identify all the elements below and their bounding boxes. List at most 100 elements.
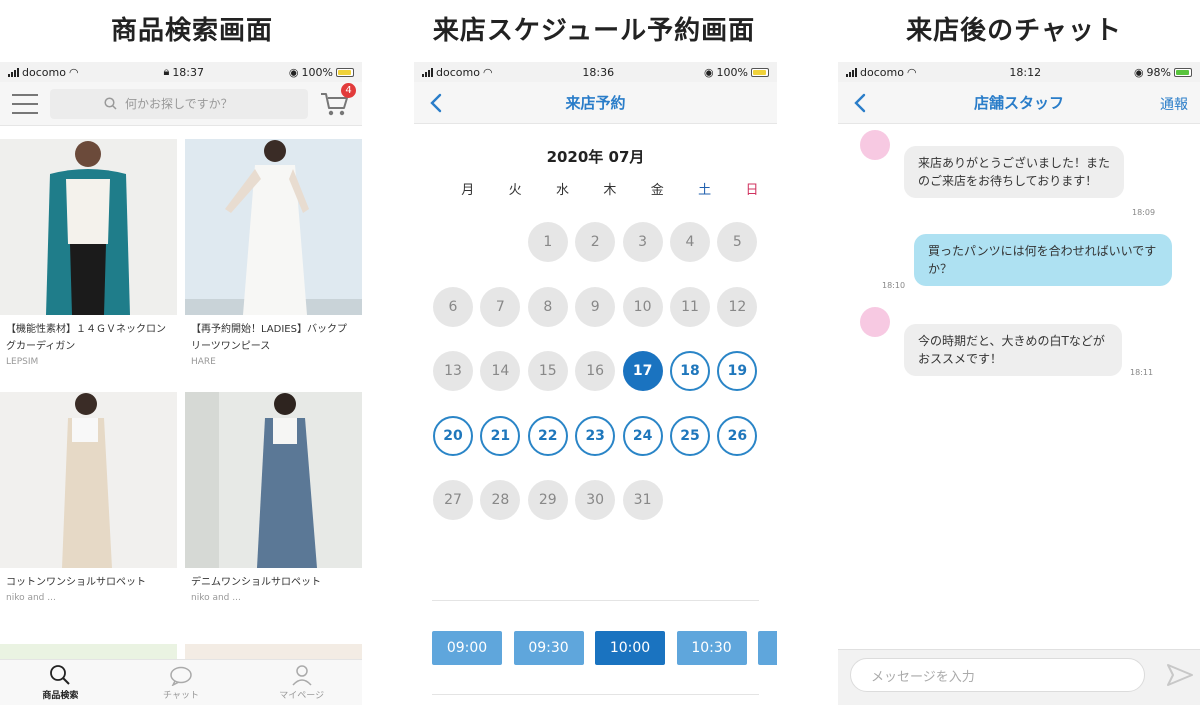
calendar-day: 9	[575, 286, 616, 327]
report-button[interactable]: 通報	[1160, 94, 1188, 114]
calendar-day[interactable]: 18	[670, 351, 710, 391]
user-message: 買ったパンツには何を合わせればいいですか？	[914, 234, 1172, 286]
carrier-label: docomo	[22, 65, 66, 79]
divider	[432, 600, 759, 601]
calendar-day: 30	[575, 480, 616, 520]
product-title: 【再予約開始！LADIES】バックプリーツワンピース	[191, 324, 347, 352]
product-card[interactable]: 【再予約開始！LADIES】バックプリーツワンピース HARE	[185, 139, 362, 369]
divider	[432, 694, 759, 695]
time-slot-list: 09:00 09:30 10:00 10:30	[432, 629, 777, 667]
weekday-label: 木	[603, 183, 617, 198]
menu-icon[interactable]	[12, 93, 38, 114]
calendar-day: 31	[622, 480, 663, 520]
calendar-day[interactable]: 26	[717, 415, 758, 456]
search-icon	[104, 97, 117, 110]
product-card[interactable]: 【機能性素材】１４ＧＶネックロングカーディガン LEPSIM	[0, 139, 177, 369]
caption-search: 商品検索画面	[110, 16, 273, 46]
page-title: 来店予約	[565, 94, 626, 112]
product-card[interactable]: デニムワンショルサロペット niko and ...	[185, 392, 362, 605]
product-title: デニムワンショルサロペット	[191, 577, 321, 588]
page-title: 店舗スタッフ	[973, 94, 1064, 112]
battery-icon	[335, 67, 354, 77]
rotation-lock-icon: ◉	[288, 65, 299, 79]
send-icon[interactable]	[1166, 662, 1194, 688]
time-slot-button[interactable]	[758, 631, 777, 665]
wifi-icon: ◠	[482, 65, 493, 79]
battery-label: 98%	[1146, 65, 1171, 79]
cart-badge: 4	[341, 82, 356, 98]
battery-icon	[1174, 67, 1192, 77]
message-composer: メッセージを入力	[838, 649, 1200, 705]
time-slot-button[interactable]: 09:00	[432, 631, 502, 665]
tab-search[interactable]: 商品検索	[0, 660, 121, 705]
wifi-icon: ◠	[68, 65, 79, 79]
weekday-label: 土	[698, 183, 712, 198]
calendar-day: 29	[527, 480, 568, 520]
calendar-day[interactable]: 21	[480, 415, 521, 456]
calendar-day[interactable]: 20	[433, 415, 473, 456]
calendar-day[interactable]: 24	[622, 415, 663, 456]
tab-mypage[interactable]: マイページ	[241, 660, 362, 705]
time-slot-button[interactable]: 10:30	[676, 631, 747, 665]
calendar-day: 8	[527, 286, 568, 327]
calendar-day: 16	[575, 351, 616, 391]
calendar-day: 27	[433, 480, 473, 520]
calendar-day[interactable]: 25	[670, 415, 710, 456]
calendar-day[interactable]: 22	[527, 415, 568, 456]
rotation-lock-icon: ◉	[703, 65, 714, 79]
clock-label: 18:12	[1009, 65, 1042, 79]
calendar-day[interactable]: 23	[575, 415, 616, 456]
product-brand: HARE	[191, 357, 216, 367]
back-chevron-icon[interactable]	[426, 92, 446, 114]
calendar-day[interactable]: 19	[717, 351, 758, 391]
cart-button[interactable]: 4	[320, 82, 356, 118]
reservation-screen: docomo ◠ 18:36 ◉ 100% 来店予約 2020年 07月 月 火 水…	[414, 62, 777, 705]
product-image	[185, 392, 362, 568]
reservation-navbar: 来店予約	[414, 82, 777, 124]
product-card[interactable]: コットンワンショルサロペット niko and ...	[0, 392, 177, 605]
status-bar: docomo ◠ 🔒︎ 18:37 ◉ 100%	[0, 62, 362, 82]
chat-navbar: 店舗スタッフ 通報	[838, 82, 1200, 124]
tab-label: 商品検索	[42, 691, 79, 701]
signal-icon	[422, 67, 433, 77]
battery-label: 100%	[301, 65, 333, 79]
message-input[interactable]: メッセージを入力	[850, 658, 1145, 692]
calendar-day: 10	[622, 286, 663, 327]
weekday-label: 月	[461, 183, 475, 198]
weekday-label: 火	[508, 183, 522, 198]
chat-icon	[170, 666, 192, 686]
calendar-month: 2020年 07月	[546, 148, 645, 166]
calendar-day: 11	[670, 286, 710, 327]
product-image	[0, 392, 177, 568]
calendar-day: 7	[480, 286, 521, 327]
signal-icon	[8, 67, 19, 77]
caption-reservation: 来店スケジュール予約画面	[432, 16, 756, 46]
product-image	[185, 139, 362, 315]
battery-label: 100%	[716, 65, 748, 79]
calendar-day: 5	[717, 222, 758, 262]
search-input[interactable]: 何かお探しですか？	[50, 88, 308, 119]
calendar-day: 14	[480, 351, 521, 391]
calendar-day: 1	[527, 222, 568, 262]
calendar-day[interactable]: 17	[622, 351, 663, 391]
time-slot-button[interactable]: 09:30	[513, 631, 584, 665]
clock-label: 18:36	[582, 65, 615, 79]
product-image	[0, 139, 177, 315]
search-icon	[50, 665, 71, 685]
screenshot-stage: 商品検索画面 来店スケジュール予約画面 来店後のチャット docomo ◠ 🔒︎…	[0, 0, 1200, 705]
bottom-tab-bar: 商品検索 チャット マイページ	[0, 659, 362, 705]
carrier-label: docomo	[860, 65, 904, 79]
tab-label: マイページ	[279, 691, 325, 701]
weekday-label: 日	[745, 183, 759, 198]
message-placeholder: メッセージを入力	[871, 669, 975, 685]
time-slot-button[interactable]: 10:00	[595, 631, 665, 665]
calendar-day: 28	[480, 480, 521, 520]
product-title: 【機能性素材】１４ＧＶネックロングカーディガン	[6, 324, 166, 352]
staff-message: 今の時期だと、大きめの白Tなどがおススメです！	[904, 324, 1122, 376]
back-chevron-icon[interactable]	[850, 92, 870, 114]
staff-message: 来店ありがとうございました！またのご来店をお待ちしております！	[904, 146, 1124, 198]
chat-screen: docomo ◠ 18:12 ◉ 98% 店舗スタッフ 通報 来店ありがとうござ…	[838, 62, 1200, 705]
message-time: 18:09	[1132, 208, 1156, 217]
tab-chat[interactable]: チャット	[121, 660, 242, 705]
product-title: コットンワンショルサロペット	[6, 577, 146, 588]
